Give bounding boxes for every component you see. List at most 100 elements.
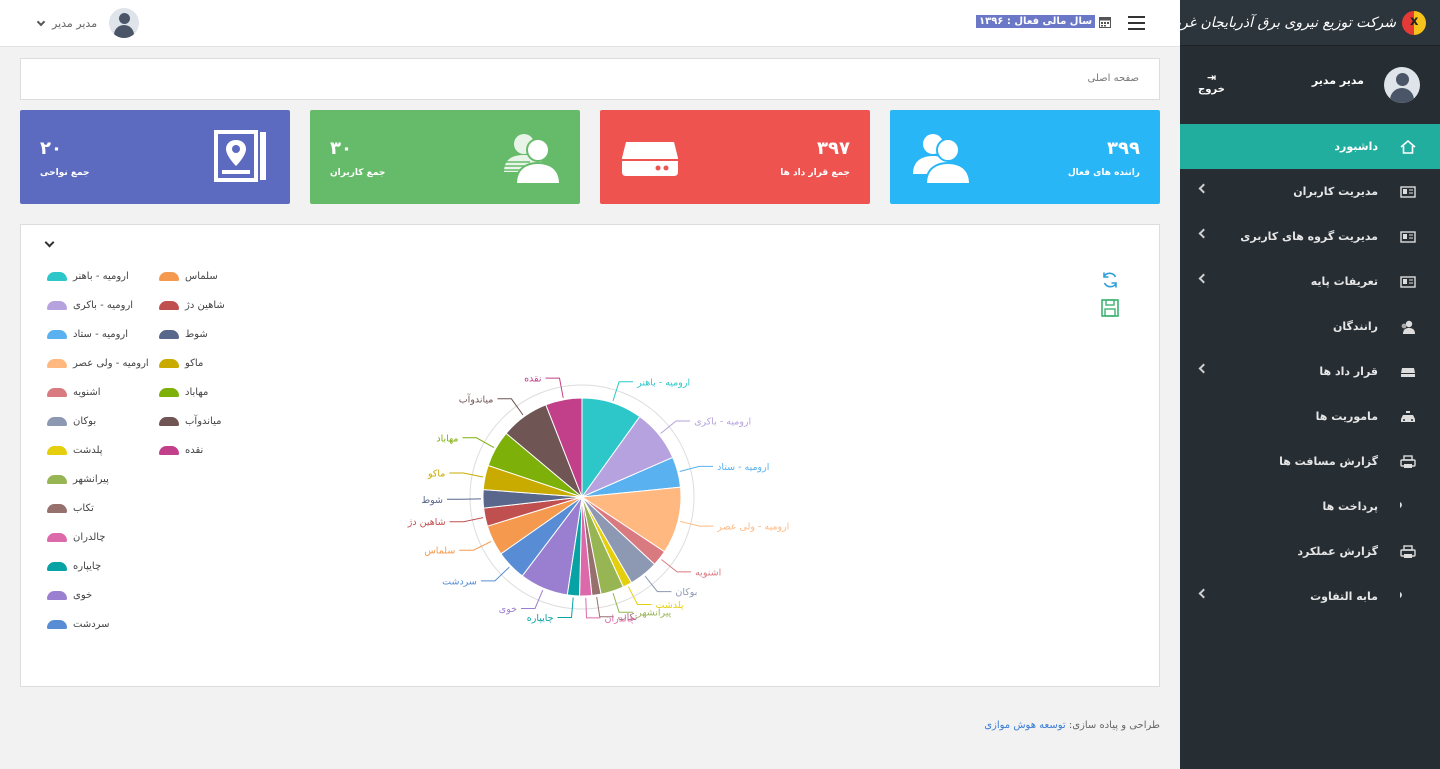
fiscal-year: سال مالی فعال : ۱۳۹۶ bbox=[976, 15, 1112, 28]
footer: طراحی و پیاده سازی: توسعه هوش موازی bbox=[20, 720, 1160, 731]
pie-label: ارومیه - باهنر bbox=[636, 377, 690, 388]
sign-out-icon: ⇥ bbox=[1206, 71, 1217, 84]
sidebar-item-dashboard[interactable]: داشبورد bbox=[1180, 124, 1440, 169]
pie-label: ارومیه - باکری bbox=[694, 417, 751, 428]
pie-label: شاهین دژ bbox=[407, 517, 446, 528]
pie-label-line bbox=[679, 465, 714, 472]
user-name: مدیر مدیر bbox=[52, 16, 98, 30]
pie-label: شوط bbox=[421, 495, 443, 506]
users-icon bbox=[913, 134, 970, 184]
profile-panel: مدیر مدیر ⇥ خروج bbox=[1180, 46, 1440, 124]
card-total-regions[interactable]: ۲۰ جمع نواحی bbox=[20, 110, 290, 204]
user-icon bbox=[1398, 319, 1418, 335]
sidebar-item-users[interactable]: مدیریت کاربران bbox=[1180, 169, 1440, 214]
pie-label: میاندوآب bbox=[459, 392, 494, 405]
print-icon bbox=[1398, 544, 1418, 560]
sidebar-item-payments[interactable]: P پرداخت ها bbox=[1180, 484, 1440, 529]
sidebar-item-distance-report[interactable]: گزارش مسافت ها bbox=[1180, 439, 1440, 484]
sidebar-item-base-definitions[interactable]: تعریفات پایه bbox=[1180, 259, 1440, 304]
sidebar-item-label: مابه التفاوت bbox=[1310, 590, 1378, 603]
sidebar-item-label: مدیریت گروه های کاربری bbox=[1240, 230, 1378, 243]
company-name: شرکت توزیع نیروی برق آذربایجان غربی bbox=[1165, 14, 1396, 31]
avatar bbox=[1384, 67, 1420, 103]
card-total-contracts[interactable]: ۳۹۷ جمع قرار داد ها bbox=[600, 110, 870, 204]
menu-toggle-button[interactable] bbox=[1128, 16, 1145, 30]
pie-label-line bbox=[679, 520, 714, 527]
pie-label-line bbox=[612, 381, 634, 402]
pie-label-line bbox=[449, 517, 484, 523]
user-menu[interactable]: مدیر مدیر bbox=[36, 8, 140, 38]
sidebar-item-performance-report[interactable]: گزارش عملکرد bbox=[1180, 529, 1440, 574]
home-icon bbox=[1398, 139, 1418, 155]
footer-link[interactable]: توسعه هوش موازی bbox=[984, 720, 1065, 731]
card-label: جمع قرار داد ها bbox=[780, 168, 850, 178]
card-value: ۲۰ bbox=[40, 138, 62, 159]
logout-button[interactable]: ⇥ خروج bbox=[1198, 71, 1225, 96]
card-value: ۳۹۷ bbox=[817, 138, 850, 159]
map-icon bbox=[214, 130, 266, 182]
footer-credit: طراحی و پیاده سازی: bbox=[1068, 720, 1160, 731]
svg-text:P: P bbox=[1400, 501, 1402, 514]
breadcrumb-home[interactable]: صفحه اصلی bbox=[1088, 73, 1139, 84]
card-label: جمع نواحی bbox=[40, 168, 90, 178]
pie-label: مهاباد bbox=[436, 433, 458, 444]
pie-label: چالدران bbox=[605, 613, 636, 624]
top-navbar: مدیر مدیر سال مالی فعال : ۱۳۹۶ bbox=[0, 0, 1180, 47]
svg-text:P: P bbox=[1400, 591, 1402, 604]
pie-label: خوی bbox=[499, 604, 517, 615]
pie-label-line bbox=[612, 592, 634, 613]
print-icon bbox=[1398, 454, 1418, 470]
pie-label-line bbox=[660, 420, 691, 434]
sidebar-item-label: پرداخت ها bbox=[1322, 500, 1378, 513]
pie-label-line bbox=[449, 472, 484, 478]
card-total-users[interactable]: ۳۰ جمع کاربران bbox=[310, 110, 580, 204]
hdd-icon bbox=[1398, 364, 1418, 380]
hdd-icon bbox=[622, 142, 678, 176]
sidebar-item-label: قرار داد ها bbox=[1319, 365, 1378, 378]
pie-label-line bbox=[459, 540, 492, 551]
sidebar-item-contracts[interactable]: قرار داد ها bbox=[1180, 349, 1440, 394]
pie-label: بوکان bbox=[675, 587, 697, 598]
id-card-icon bbox=[1398, 274, 1418, 290]
chevron-down-icon bbox=[36, 17, 46, 26]
sidebar-item-label: ماموریت ها bbox=[1315, 410, 1378, 423]
pie-label-line bbox=[644, 575, 672, 593]
users-icon bbox=[504, 134, 560, 184]
fiscal-year-label: سال مالی فعال : ۱۳۹۶ bbox=[976, 15, 1096, 28]
pie-chart: ارومیه - باهنر ارومیه - باکری ارومیه - ستا… bbox=[407, 374, 790, 625]
sidebar-item-user-groups[interactable]: مدیریت گروه های کاربری bbox=[1180, 214, 1440, 259]
calendar-icon bbox=[1099, 16, 1112, 28]
pie-label: پیرانشهر bbox=[636, 608, 671, 619]
chart-panel: ارومیه - باهنر ارومیه - باکری ارومیه - ستا… bbox=[20, 224, 1160, 687]
sidebar-item-label: گزارش مسافت ها bbox=[1279, 455, 1378, 468]
sidebar-item-difference[interactable]: P مابه التفاوت bbox=[1180, 574, 1440, 619]
card-value: ۳۹۹ bbox=[1107, 138, 1140, 159]
taxi-icon bbox=[1398, 409, 1418, 425]
card-active-drivers[interactable]: ۳۹۹ راننده های فعال bbox=[890, 110, 1160, 204]
brand-header: شرکت توزیع نیروی برق آذربایجان غربی bbox=[1165, 0, 1440, 46]
sidebar-item-label: داشبورد bbox=[1334, 140, 1378, 153]
sidebar-item-label: گزارش عملکرد bbox=[1297, 545, 1378, 558]
company-logo-icon bbox=[1402, 10, 1426, 35]
id-card-icon bbox=[1398, 229, 1418, 245]
card-label: جمع کاربران bbox=[330, 168, 386, 178]
sidebar-item-missions[interactable]: ماموریت ها bbox=[1180, 394, 1440, 439]
sidebar-item-label: مدیریت کاربران bbox=[1293, 185, 1378, 198]
pie-label: چایپاره bbox=[527, 613, 554, 624]
pie-label-line bbox=[661, 559, 692, 573]
card-value: ۳۰ bbox=[330, 138, 352, 159]
sidebar: شرکت توزیع نیروی برق آذربایجان غربی مدیر… bbox=[1165, 0, 1440, 769]
avatar bbox=[109, 8, 140, 38]
pie-label: ارومیه - ولی عصر bbox=[716, 522, 789, 533]
pie-label-line bbox=[545, 377, 564, 398]
id-card-icon bbox=[1398, 184, 1418, 200]
profile-name: مدیر مدیر bbox=[1311, 74, 1364, 87]
card-label: راننده های فعال bbox=[1067, 168, 1140, 178]
pie-label: سلماس bbox=[424, 546, 455, 557]
sidebar-item-drivers[interactable]: رانندگان bbox=[1180, 304, 1440, 349]
pie-label-line bbox=[462, 437, 495, 449]
paypal-icon: P bbox=[1398, 589, 1418, 605]
pie-label-line bbox=[497, 398, 524, 416]
pie-label: اشنویه bbox=[695, 567, 721, 578]
pie-label: ماکو bbox=[427, 469, 445, 480]
